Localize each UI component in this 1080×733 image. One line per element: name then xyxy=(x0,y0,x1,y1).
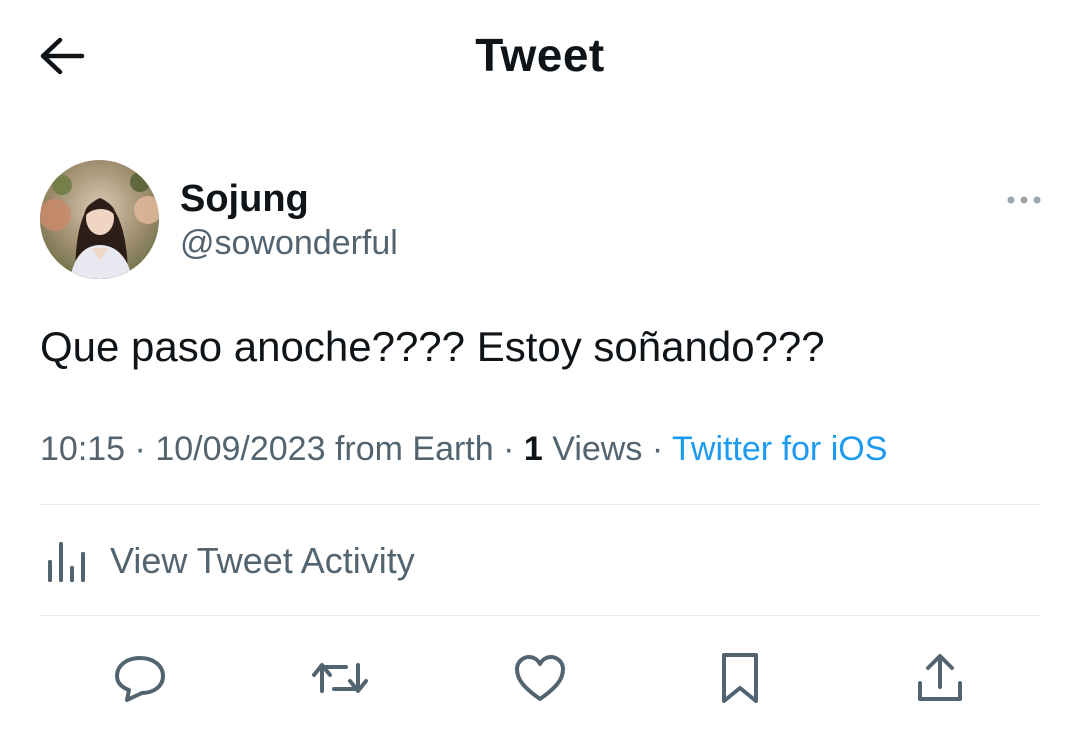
more-options-button[interactable] xyxy=(1004,186,1044,214)
tweet-actions-bar xyxy=(0,648,1080,708)
speech-bubble-icon xyxy=(115,656,165,702)
meta-separator: · xyxy=(503,430,515,468)
retweet-button[interactable] xyxy=(310,648,370,708)
meta-separator: · xyxy=(651,430,664,468)
author-handle[interactable]: @sowonderful xyxy=(180,224,398,263)
avatar[interactable] xyxy=(40,160,159,279)
share-icon xyxy=(918,654,962,701)
tweet-location: from Earth xyxy=(334,430,494,468)
divider xyxy=(40,615,1040,616)
views-label: Views xyxy=(552,430,643,468)
bookmark-icon xyxy=(722,653,758,703)
author-name[interactable]: Sojung xyxy=(180,178,309,221)
meta-separator: · xyxy=(134,430,146,468)
tweet-source-link[interactable]: Twitter for iOS xyxy=(672,430,887,468)
view-tweet-activity-button[interactable]: View Tweet Activity xyxy=(40,536,415,586)
retweet-icon xyxy=(312,663,368,693)
profile-photo xyxy=(40,160,159,279)
view-tweet-activity-label: View Tweet Activity xyxy=(110,540,415,581)
bookmark-button[interactable] xyxy=(710,648,770,708)
tweet-metadata: 10:15 · 10/09/2023 from Earth · 1 Views … xyxy=(40,430,887,469)
tweet-date: 10/09/2023 xyxy=(155,430,326,468)
share-button[interactable] xyxy=(910,648,970,708)
page-title: Tweet xyxy=(475,29,605,81)
bar-chart-icon xyxy=(48,542,85,582)
more-icon xyxy=(1007,196,1041,204)
reply-button[interactable] xyxy=(110,648,170,708)
views-count: 1 xyxy=(523,430,543,468)
tweet-time: 10:15 xyxy=(40,430,126,468)
divider xyxy=(40,504,1040,505)
tweet-text: Que paso anoche???? Estoy soñando??? xyxy=(40,323,825,370)
like-button[interactable] xyxy=(510,648,570,708)
heart-icon xyxy=(515,655,565,701)
tweet-detail-page: Tweet Sojung @sowonderful Que paso anoch… xyxy=(0,0,1080,733)
